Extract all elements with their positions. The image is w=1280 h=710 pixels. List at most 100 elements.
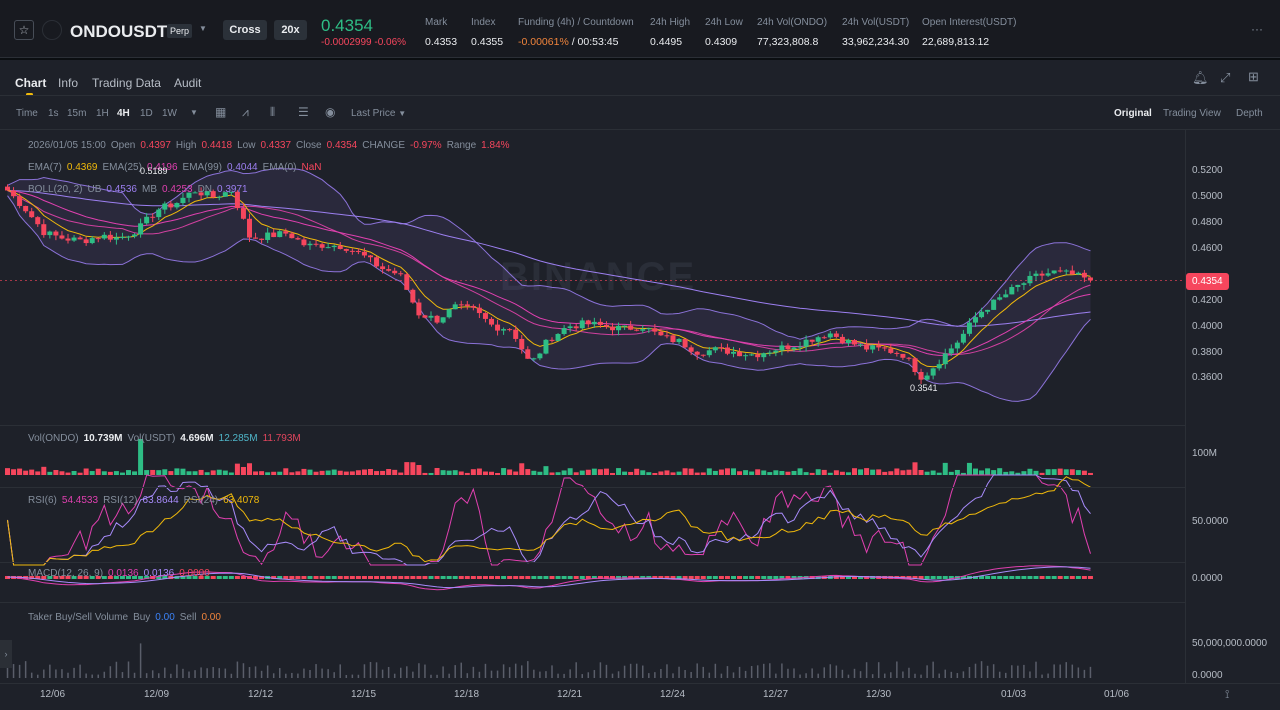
- interval-1h[interactable]: 1H: [96, 108, 109, 119]
- candle: [712, 347, 718, 351]
- leverage-button[interactable]: 20x: [274, 20, 307, 40]
- symbol-name[interactable]: ONDOUSDT: [70, 22, 167, 42]
- candle: [23, 205, 29, 212]
- target-icon[interactable]: ◉: [325, 105, 335, 119]
- candle: [936, 364, 942, 369]
- interval-1s[interactable]: 1s: [48, 108, 59, 119]
- candle: [265, 232, 271, 240]
- calendar-icon[interactable]: ▦: [215, 105, 226, 119]
- macd-histogram-bar: [368, 576, 373, 579]
- volume-bar: [325, 470, 331, 475]
- stat-label: Mark: [425, 17, 448, 28]
- candle: [277, 231, 283, 238]
- price-type-label: Last Price: [351, 108, 396, 119]
- candle: [1015, 284, 1021, 288]
- macd-histogram-bar: [234, 576, 240, 579]
- interval-time[interactable]: Time: [16, 108, 38, 119]
- volume-bar: [646, 472, 652, 475]
- tab-audit[interactable]: Audit: [174, 76, 201, 90]
- volume-bar: [622, 471, 628, 475]
- candle-type-icon[interactable]: ⫴: [270, 105, 275, 120]
- candle: [942, 353, 948, 365]
- volume-bar: [126, 470, 131, 475]
- volume-bar: [591, 468, 597, 475]
- volume-bar: [1075, 470, 1081, 475]
- candle: [343, 248, 349, 251]
- candle: [519, 338, 525, 350]
- view-original[interactable]: Original: [1114, 108, 1152, 119]
- x-tick: 12/21: [557, 689, 583, 700]
- ema7-value: 0.4369: [66, 162, 98, 173]
- candle: [47, 231, 53, 236]
- volume-bar: [797, 468, 803, 475]
- macd-histogram-bar: [404, 576, 410, 579]
- macd-histogram-bar: [464, 576, 470, 579]
- vol-ma1-value: 12.285M: [218, 433, 258, 444]
- macd-dif-value: 0.0136: [108, 568, 139, 579]
- candle: [845, 340, 851, 344]
- volume-bar: [852, 468, 857, 475]
- candle: [168, 203, 174, 208]
- contract-type-badge[interactable]: Perp: [167, 24, 193, 38]
- indicator-icon[interactable]: ⩘: [242, 105, 249, 120]
- volume-bar: [1051, 469, 1057, 475]
- price-type-dropdown[interactable]: Last Price ▼: [351, 108, 406, 119]
- layout-grid-icon[interactable]: ⊞: [1248, 69, 1259, 85]
- tab-trading-data[interactable]: Trading Data: [92, 76, 161, 90]
- macd-label: MACD(12, 26, 9): [28, 568, 104, 579]
- candle: [543, 339, 549, 354]
- candle: [852, 340, 857, 345]
- macd-histogram-bar: [476, 576, 482, 579]
- volume-bar: [537, 471, 543, 475]
- candle: [960, 333, 966, 343]
- view-trading-view[interactable]: Trading View: [1163, 108, 1221, 119]
- stat-label: Funding (4h) / Countdown: [518, 17, 634, 28]
- macd-histogram-bar: [1039, 576, 1045, 579]
- rsi12-label: RSI(12): [103, 495, 138, 506]
- scale-reset-icon[interactable]: ⟟: [1225, 687, 1229, 702]
- macd-histogram-bar: [543, 576, 549, 579]
- candle: [313, 243, 319, 245]
- volume-bar: [894, 468, 900, 475]
- symbol-dropdown-icon[interactable]: ▼: [199, 24, 207, 33]
- candle: [440, 317, 446, 323]
- macd-histogram-bar: [712, 576, 718, 579]
- interval-1d[interactable]: 1D: [140, 108, 153, 119]
- stat-value: 0.4355: [471, 36, 504, 48]
- volume-bar: [845, 472, 851, 475]
- candle: [682, 339, 688, 348]
- x-tick: 12/06: [40, 689, 66, 700]
- favorite-star-icon[interactable]: ☆: [14, 20, 34, 40]
- view-depth[interactable]: Depth: [1236, 108, 1263, 119]
- volume-bar: [706, 468, 712, 475]
- interval-1w[interactable]: 1W: [162, 108, 177, 119]
- interval-15m[interactable]: 15m: [67, 108, 86, 119]
- alert-bell-icon[interactable]: 🔔︎: [1192, 70, 1209, 86]
- volume-bar: [585, 469, 591, 475]
- collapse-panel-toggle[interactable]: ›: [0, 640, 12, 668]
- volume-bar: [53, 470, 59, 475]
- chart-canvas[interactable]: [0, 130, 1185, 683]
- price-axis-divider: [1185, 130, 1186, 683]
- macd-histogram-bar: [718, 576, 724, 579]
- candle: [1027, 275, 1033, 284]
- interval-4h[interactable]: 4H: [117, 108, 130, 119]
- settings-icon[interactable]: ☰: [298, 105, 309, 119]
- interval-dropdown-icon[interactable]: ▼: [190, 108, 198, 117]
- candle: [724, 347, 730, 354]
- more-options-button[interactable]: ···: [1251, 22, 1263, 36]
- expand-icon[interactable]: ⤢: [1220, 70, 1230, 86]
- volume-bar: [313, 471, 319, 475]
- volume-bar: [966, 462, 972, 475]
- candle: [422, 315, 428, 318]
- volume-bar: [41, 466, 47, 475]
- tab-chart[interactable]: Chart: [15, 76, 46, 90]
- margin-mode-button[interactable]: Cross: [223, 20, 267, 40]
- volume-bar: [573, 472, 579, 475]
- volume-bar: [1045, 469, 1051, 475]
- macd-histogram-bar: [519, 576, 525, 579]
- tab-info[interactable]: Info: [58, 76, 78, 90]
- macd-histogram-bar: [422, 576, 428, 579]
- volume-bar: [210, 470, 216, 475]
- vol-usdt-label: Vol(USDT): [127, 433, 176, 444]
